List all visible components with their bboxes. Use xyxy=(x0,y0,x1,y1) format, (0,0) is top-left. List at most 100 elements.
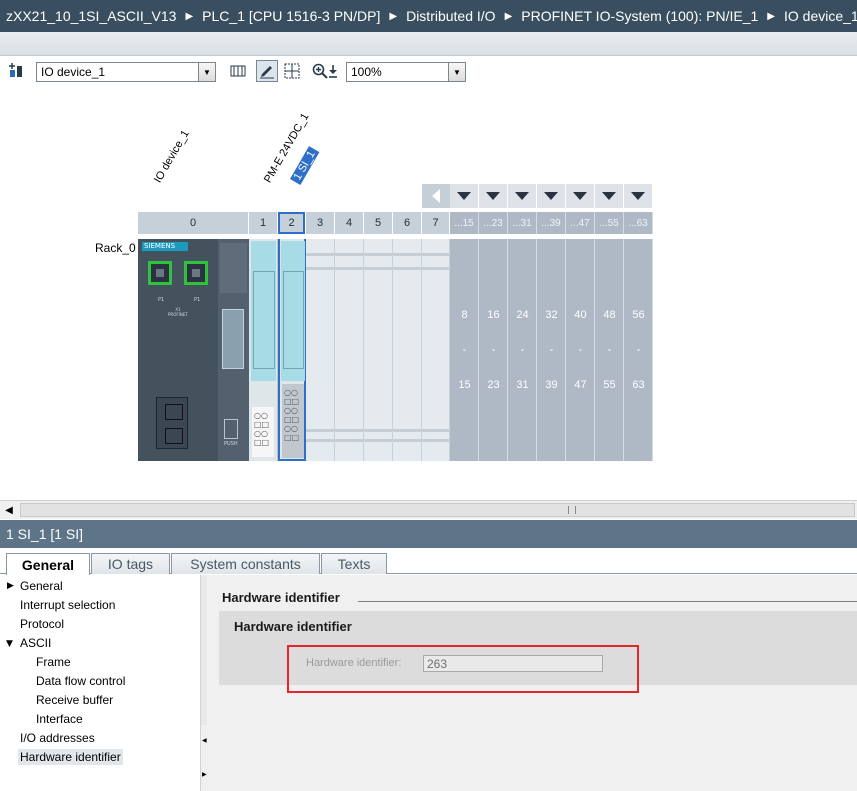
draw-tool-icon[interactable] xyxy=(256,60,278,82)
ext-slot-header[interactable]: ...55 xyxy=(595,212,624,234)
empty-slot[interactable] xyxy=(422,239,450,461)
slot-header[interactable]: 7 xyxy=(422,212,450,234)
empty-slot[interactable] xyxy=(306,239,335,461)
empty-slot[interactable] xyxy=(364,239,393,461)
device-select[interactable]: IO device_1 ▼ xyxy=(36,62,216,82)
ext-slot-column[interactable]: 8 - 15 xyxy=(450,239,479,461)
port-label: P1 xyxy=(194,297,201,303)
ext-slot-dash: - xyxy=(549,344,554,356)
tab-general[interactable]: General xyxy=(6,553,90,575)
ext-slot-column[interactable]: 40 - 47 xyxy=(566,239,595,461)
device-view-canvas[interactable]: IO device_1 PM-E 24VDC_1 1 SI_1 0 1 2 3 … xyxy=(0,86,857,500)
zoom-select[interactable]: 100% ▼ xyxy=(346,62,466,82)
properties-title: 1 SI_1 [1 SI] xyxy=(0,520,857,548)
ext-slot-header[interactable]: ...39 xyxy=(537,212,566,234)
nav-item-data-flow-control[interactable]: Data flow control xyxy=(36,674,125,688)
expand-slot-icon[interactable] xyxy=(537,184,566,208)
ext-slot-dash: - xyxy=(636,344,641,356)
expand-slot-icon[interactable] xyxy=(479,184,508,208)
empty-slot[interactable] xyxy=(393,239,422,461)
ext-slot-column[interactable]: 48 - 55 xyxy=(595,239,624,461)
rack-layout-icon[interactable] xyxy=(228,61,248,81)
slot-header[interactable]: 0 xyxy=(138,212,249,234)
nav-item-protocol[interactable]: Protocol xyxy=(20,617,64,631)
breadcrumb-io-system[interactable]: PROFINET IO-System (100): PN/IE_1 xyxy=(521,8,758,24)
ethernet-port-icon[interactable] xyxy=(184,261,208,285)
collapsed-arrow-icon[interactable]: ▶ xyxy=(7,581,14,591)
nav-item-receive-buffer[interactable]: Receive buffer xyxy=(36,693,113,707)
ext-slot-end: 47 xyxy=(574,379,587,391)
nav-item-hardware-identifier[interactable]: Hardware identifier xyxy=(18,749,123,765)
selected-module-label[interactable]: 1 SI_1 xyxy=(290,146,320,185)
properties-tabbar: General IO tags System constants Texts xyxy=(0,548,857,575)
collapse-left-icon[interactable] xyxy=(422,184,450,208)
section-title: Hardware identifier xyxy=(222,590,340,605)
ext-slot-header[interactable]: ...31 xyxy=(508,212,537,234)
ext-slot-header[interactable]: ...15 xyxy=(450,212,479,234)
device-name-label[interactable]: IO device_1 xyxy=(152,128,192,185)
slot-header[interactable]: 5 xyxy=(364,212,393,234)
expanded-arrow-icon[interactable]: ▼ xyxy=(6,639,13,649)
interface-module-side[interactable]: PUSH xyxy=(218,239,249,461)
tab-system-constants[interactable]: System constants xyxy=(171,553,320,574)
scroll-left-icon[interactable]: ◀ xyxy=(202,737,207,744)
breadcrumb-plc[interactable]: PLC_1 [CPU 1516-3 PN/DP] xyxy=(202,8,380,24)
nav-item-ascii[interactable]: ASCII xyxy=(20,636,51,650)
scroll-thumb[interactable] xyxy=(20,503,855,517)
breadcrumb-project[interactable]: zXX21_10_1SI_ASCII_V13 xyxy=(6,8,176,24)
expand-slot-icon[interactable] xyxy=(595,184,624,208)
ext-slot-start: 48 xyxy=(603,309,616,321)
ext-slot-header[interactable]: ...63 xyxy=(624,212,653,234)
scroll-right-icon[interactable]: ▶ xyxy=(202,771,207,778)
ext-slot-column[interactable]: 56 - 63 xyxy=(624,239,653,461)
expand-slot-icon[interactable] xyxy=(450,184,479,208)
breadcrumb-distributed-io[interactable]: Distributed I/O xyxy=(406,8,495,24)
breadcrumb-io-device[interactable]: IO device_1 xyxy=(784,8,857,24)
nav-item-frame[interactable]: Frame xyxy=(36,655,71,669)
ext-slot-header[interactable]: ...47 xyxy=(566,212,595,234)
module-cover xyxy=(222,309,244,369)
slot-header[interactable]: 3 xyxy=(306,212,335,234)
expand-slot-icon[interactable] xyxy=(566,184,595,208)
breadcrumb-separator-icon: ▶ xyxy=(504,10,513,22)
terminal-block: ○○ □□ ○○ □□ ○○ □□ xyxy=(282,384,304,458)
siemens-logo: SIEMENS xyxy=(142,242,188,251)
ext-slot-end: 39 xyxy=(545,379,558,391)
nav-item-io-addresses[interactable]: I/O addresses xyxy=(20,731,95,745)
grid-icon[interactable] xyxy=(282,61,302,81)
network-overview-icon[interactable] xyxy=(6,61,26,81)
empty-slot[interactable] xyxy=(335,239,364,461)
chevron-down-icon[interactable]: ▼ xyxy=(448,63,465,81)
ext-slot-start: 24 xyxy=(516,309,529,321)
slot-header-selected[interactable]: 2 xyxy=(278,212,305,234)
ethernet-port-icon[interactable] xyxy=(148,261,172,285)
nav-item-interface[interactable]: Interface xyxy=(36,712,83,726)
scroll-left-icon[interactable]: ◀ xyxy=(2,503,16,517)
horizontal-scrollbar[interactable]: ◀ xyxy=(0,500,857,519)
tab-io-tags[interactable]: IO tags xyxy=(91,553,170,574)
ext-slot-dash: - xyxy=(462,344,467,356)
zoom-dropdown-icon[interactable] xyxy=(326,61,340,81)
ext-slot-column[interactable]: 16 - 23 xyxy=(479,239,508,461)
breadcrumb: zXX21_10_1SI_ASCII_V13 ▶ PLC_1 [CPU 1516… xyxy=(0,0,857,32)
chevron-down-icon[interactable]: ▼ xyxy=(198,63,215,81)
ext-slot-column[interactable]: 24 - 31 xyxy=(508,239,537,461)
slot-header[interactable]: 4 xyxy=(335,212,364,234)
tab-texts[interactable]: Texts xyxy=(321,553,387,574)
ext-slot-header[interactable]: ...23 xyxy=(479,212,508,234)
module-label-area xyxy=(220,243,247,293)
slot-header[interactable]: 6 xyxy=(393,212,422,234)
nav-item-interrupt-selection[interactable]: Interrupt selection xyxy=(20,598,115,612)
ext-slot-start: 40 xyxy=(574,309,587,321)
slot-header[interactable]: 1 xyxy=(249,212,278,234)
si-module-slot-selected[interactable]: ○○ □□ ○○ □□ ○○ □□ xyxy=(278,239,306,461)
module-face xyxy=(281,241,305,381)
ext-slot-column[interactable]: 32 - 39 xyxy=(537,239,566,461)
push-label: PUSH xyxy=(224,441,238,447)
nav-vertical-scrollbar[interactable]: ◀ ▶ xyxy=(200,575,207,791)
power-module-slot[interactable]: ○○ □□ ○○ □□ xyxy=(249,239,278,461)
interface-module[interactable]: SIEMENS P1 P1 X1 PROFINET xyxy=(138,239,218,461)
expand-slot-icon[interactable] xyxy=(508,184,537,208)
nav-item-general[interactable]: General xyxy=(20,579,63,593)
expand-slot-icon[interactable] xyxy=(624,184,653,208)
